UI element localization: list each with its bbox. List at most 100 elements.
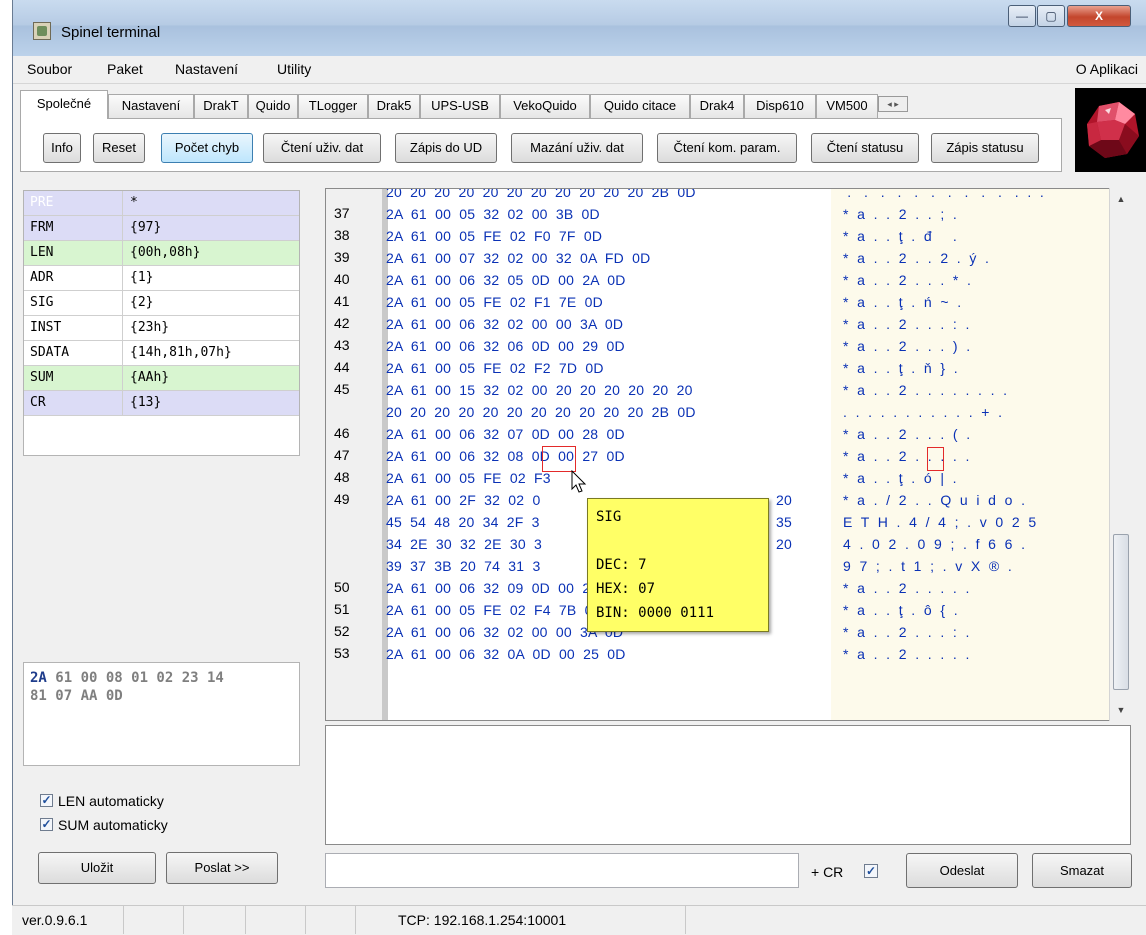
packet-field-row[interactable]: SIG {2} [24,291,299,316]
tab-quido[interactable]: Quido [248,94,298,118]
hex-log-scrollbar[interactable]: ▲ ▼ [1109,188,1131,721]
packet-field-value[interactable]: {13} [130,395,161,410]
zapis-do-ud-button[interactable]: Zápis do UD [395,133,497,163]
hex-bytes-tail[interactable]: 20 [776,536,792,552]
packet-field-row[interactable]: ADR {1} [24,266,299,291]
ascii-chars[interactable]: E T H . 4 / 4 ; . v 0 2 5 [843,514,1036,530]
ascii-chars[interactable]: * a . . 2 . . . . . . . . [843,382,1007,398]
submit-button[interactable]: Odeslat [906,853,1018,888]
scroll-down-arrow[interactable]: ▼ [1110,701,1132,719]
hex-bytes[interactable]: 20 20 20 20 20 20 20 20 20 20 20 2B 0D [386,189,696,200]
tab-vm500[interactable]: VM500 [816,94,878,118]
ascii-chars[interactable]: . . . . . . . . . . . . . [843,189,1044,200]
ascii-chars[interactable]: * a . . 2 . . . . . [843,646,970,662]
hex-bytes[interactable]: 2A 61 00 06 32 02 00 00 3A 0D [386,316,623,332]
hex-log-row[interactable]: 38 2A 61 00 05 FE 02 F0 7F 0D * a . . ţ . … [326,225,1115,247]
ascii-chars[interactable]: 9 7 ; . t 1 ; . v X ® . [843,558,1012,574]
hex-bytes[interactable]: 45 54 48 20 34 2F 3 [386,514,540,530]
hex-bytes[interactable]: 2A 61 00 05 FE 02 F4 7B 0D [386,602,603,618]
hex-bytes[interactable]: 2A 61 00 2F 32 02 0 [386,492,540,508]
minimize-button[interactable]: — [1008,5,1036,27]
save-button[interactable]: Uložit [38,852,156,884]
packet-field-value[interactable]: {AAh} [130,370,169,385]
ascii-chars[interactable]: * a . . 2 . . . * . [843,272,971,288]
clear-button[interactable]: Smazat [1032,853,1132,888]
command-input[interactable] [325,853,799,888]
ascii-chars[interactable]: . . . . . . . . . . . + . [843,404,1002,420]
pocet-chyb-button[interactable]: Počet chyb [161,133,253,163]
hex-bytes[interactable]: 2A 61 00 06 32 08 0D 00 27 0D [386,448,625,464]
hex-bytes[interactable]: 2A 61 00 05 32 02 00 3B 0D [386,206,600,222]
hex-bytes[interactable]: 2A 61 00 07 32 02 00 32 0A FD 0D [386,250,650,266]
tab-nastaveni[interactable]: Nastavení [108,94,194,118]
hex-bytes[interactable]: 2A 61 00 06 32 06 0D 00 29 0D [386,338,625,354]
ascii-chars[interactable]: * a . . 2 . . . ) . [843,338,970,354]
hex-log-row[interactable]: 46 2A 61 00 06 32 07 0D 00 28 0D * a . . 2… [326,423,1115,445]
ascii-chars[interactable]: * a . . 2 . . 2 . ý . [843,250,989,266]
tab-tlogger[interactable]: TLogger [298,94,368,118]
hex-bytes[interactable]: 2A 61 00 05 FE 02 F3 [386,470,551,486]
ascii-chars[interactable]: * a . . 2 . . ; . [843,206,957,222]
hex-log-view[interactable]: 20 20 20 20 20 20 20 20 20 20 20 2B 0D .… [325,188,1116,721]
tab-scroll-arrows[interactable]: ◂ ▸ [878,96,908,112]
ascii-chars[interactable]: 4 . 0 2 . 0 9 ; . f 6 6 . [843,536,1025,552]
packet-field-row[interactable]: INST {23h} [24,316,299,341]
tab-vekoquido[interactable]: VekoQuido [500,94,590,118]
ascii-chars[interactable]: * a . . ţ . ô { . [843,602,958,618]
hex-log-row[interactable]: 43 2A 61 00 06 32 06 0D 00 29 0D * a . . 2… [326,335,1115,357]
hex-log-row[interactable]: 44 2A 61 00 05 FE 02 F2 7D 0D * a . . ţ . … [326,357,1115,379]
hex-bytes[interactable]: 2A 61 00 05 FE 02 F1 7E 0D [386,294,603,310]
cteni-statusu-button[interactable]: Čtení statusu [811,133,919,163]
cteni-kom-param-button[interactable]: Čtení kom. param. [657,133,797,163]
mazani-uziv-dat-button[interactable]: Mazání uživ. dat [511,133,643,163]
hex-bytes[interactable]: 2A 61 00 05 FE 02 F0 7F 0D [386,228,602,244]
hex-log-row[interactable]: 48 2A 61 00 05 FE 02 F3 * a . . ţ . ó | . [326,467,1115,489]
hex-bytes[interactable]: 2A 61 00 06 32 0A 0D 00 25 0D [386,646,626,662]
hex-log-row[interactable]: 53 2A 61 00 06 32 0A 0D 00 25 0D * a . . 2… [326,643,1115,665]
zapis-statusu-button[interactable]: Zápis statusu [931,133,1039,163]
packet-field-value[interactable]: {00h,08h} [130,245,200,260]
cr-checkbox[interactable]: ✓ [864,864,878,878]
output-area[interactable] [325,725,1131,845]
ascii-chars[interactable]: * a . . ţ . ń ~ . [843,294,961,310]
ascii-chars[interactable]: * a . . 2 . . . : . [843,316,970,332]
hex-bytes[interactable]: 2A 61 00 15 32 02 00 20 20 20 20 20 20 [386,382,693,398]
packet-field-row[interactable]: LEN {00h,08h} [24,241,299,266]
tab-ups-usb[interactable]: UPS-USB [420,94,500,118]
ascii-chars[interactable]: * a . . ţ . ň } . [843,360,958,376]
packet-field-row[interactable]: FRM {97} [24,216,299,241]
hex-bytes-tail[interactable]: 20 [776,492,792,508]
packet-field-row[interactable]: SUM {AAh} [24,366,299,391]
menu-nastaveni[interactable]: Nastavení [175,61,238,77]
menu-soubor[interactable]: Soubor [27,61,72,77]
scroll-up-arrow[interactable]: ▲ [1110,190,1132,208]
cteni-uziv-dat-button[interactable]: Čtení uživ. dat [263,133,381,163]
hex-log-row[interactable]: 39 2A 61 00 07 32 02 00 32 0A FD 0D * a . … [326,247,1115,269]
hex-log-row[interactable]: 45 2A 61 00 15 32 02 00 20 20 20 20 20 20… [326,379,1115,401]
tab-spolecne[interactable]: Společné [20,90,108,119]
hex-log-row[interactable]: 42 2A 61 00 06 32 02 00 00 3A 0D * a . . 2… [326,313,1115,335]
packet-field-row[interactable]: PRE * [24,191,299,216]
ascii-chars[interactable]: * a . . 2 . . . ( . [843,426,970,442]
ascii-chars[interactable]: * a . / 2 . . Q u i d o . [843,492,1025,508]
packet-field-value[interactable]: {14h,81h,07h} [130,345,232,360]
info-button[interactable]: Info [43,133,81,163]
hex-bytes[interactable]: 2A 61 00 06 32 05 0D 00 2A 0D [386,272,626,288]
hex-bytes[interactable]: 39 37 3B 20 74 31 3 [386,558,540,574]
hex-log-row[interactable]: 47 2A 61 00 06 32 08 0D 00 27 0D * a . . 2… [326,445,1115,467]
ascii-chars[interactable]: * a . . ţ . đ . [843,228,957,244]
menu-paket[interactable]: Paket [107,61,143,77]
packet-field-value[interactable]: {1} [130,270,153,285]
ascii-chars[interactable]: * a . . 2 . . . : . [843,624,970,640]
maximize-button[interactable]: ▢ [1037,5,1065,27]
tab-quido-citace[interactable]: Quido citace [590,94,690,118]
close-button[interactable]: X [1067,5,1131,27]
menu-utility[interactable]: Utility [277,61,311,77]
packet-field-value[interactable]: {2} [130,295,153,310]
hex-log-row[interactable]: 20 20 20 20 20 20 20 20 20 20 20 2B 0D .… [326,189,1115,203]
hex-bytes[interactable]: 2A 61 00 06 32 07 0D 00 28 0D [386,426,625,442]
hex-bytes[interactable]: 34 2E 30 32 2E 30 3 [386,536,542,552]
scrollbar-thumb[interactable] [1113,534,1129,690]
tab-drak4[interactable]: Drak4 [690,94,744,118]
tab-drak5[interactable]: Drak5 [368,94,420,118]
